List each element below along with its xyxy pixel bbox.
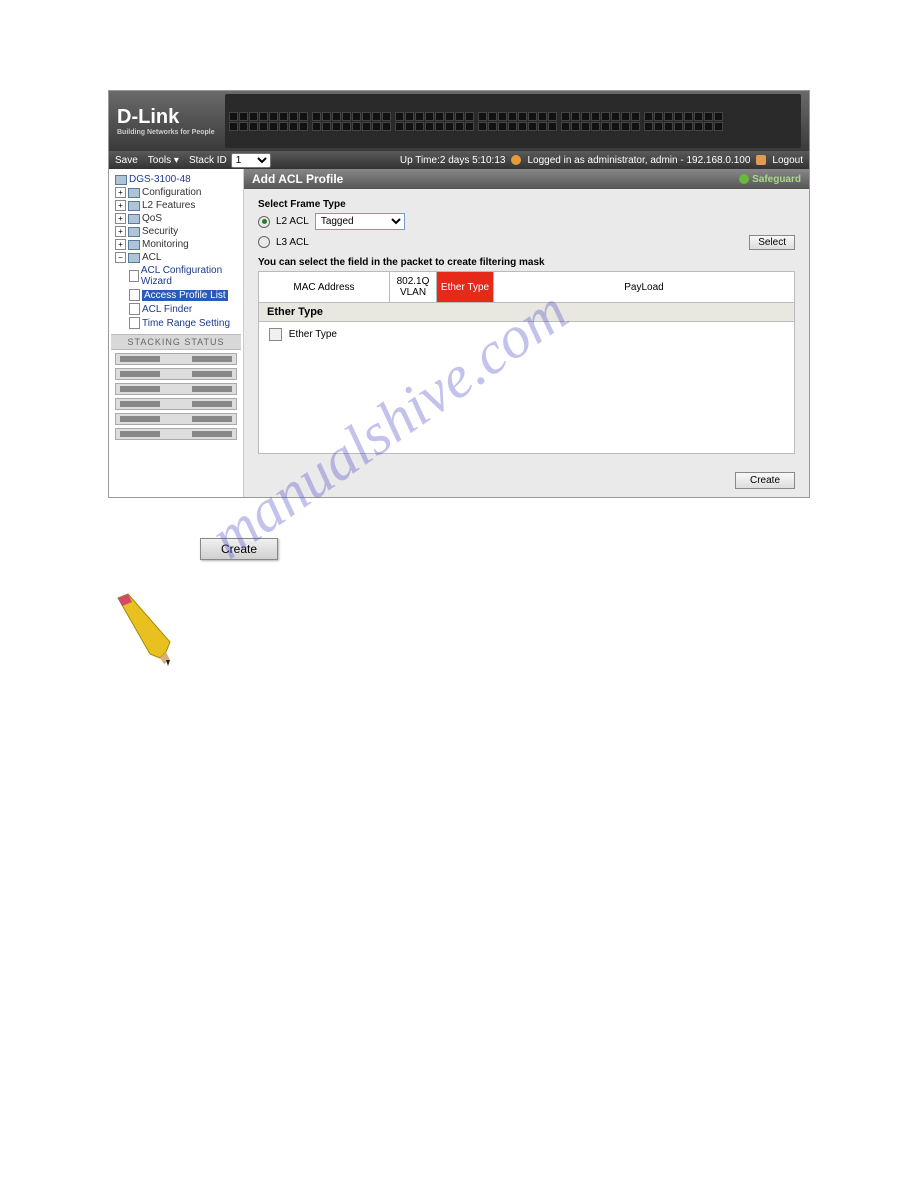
page-icon xyxy=(129,303,140,315)
folder-icon xyxy=(128,227,140,237)
expand-icon[interactable]: + xyxy=(115,239,126,250)
select-frame-type-label: Select Frame Type xyxy=(258,199,795,210)
uptime-text: Up Time:2 days 5:10:13 xyxy=(400,155,506,166)
tree-acl[interactable]: −ACL xyxy=(111,251,241,264)
navigation-sidebar: DGS-3100-48 +Configuration +L2 Features … xyxy=(109,169,244,497)
page-icon xyxy=(129,289,140,301)
tree-access-profile-list[interactable]: Access Profile List xyxy=(125,288,241,302)
tree-acl-wizard[interactable]: ACL Configuration Wizard xyxy=(125,264,241,288)
field-tabs: MAC Address 802.1Q VLAN Ether Type PayLo… xyxy=(258,271,795,303)
ether-type-checkbox-label: Ether Type xyxy=(289,329,337,340)
app-window: D-Link Building Networks for People Save… xyxy=(108,90,810,498)
tab-payload[interactable]: PayLoad xyxy=(494,272,794,302)
folder-icon xyxy=(128,188,140,198)
l3-acl-radio[interactable] xyxy=(258,236,270,248)
logo-tagline: Building Networks for People xyxy=(117,129,215,136)
expand-icon[interactable]: + xyxy=(115,200,126,211)
safeguard-icon xyxy=(739,174,749,184)
stack-unit[interactable] xyxy=(115,353,237,365)
stack-unit[interactable] xyxy=(115,383,237,395)
collapse-icon[interactable]: − xyxy=(115,252,126,263)
tab-vlan[interactable]: 802.1Q VLAN xyxy=(390,272,437,302)
field-header: Ether Type xyxy=(259,303,794,322)
device-icon xyxy=(115,175,127,185)
l2-acl-radio[interactable] xyxy=(258,216,270,228)
device-label: DGS-3100-48 xyxy=(129,174,191,185)
page-icon xyxy=(129,270,139,282)
logout-icon xyxy=(756,155,766,165)
pane-title: Add ACL Profile xyxy=(252,172,343,186)
stacking-status-header: STACKING STATUS xyxy=(111,334,241,350)
folder-icon xyxy=(128,214,140,224)
login-info: Logged in as administrator, admin - 192.… xyxy=(527,155,750,166)
create-button[interactable]: Create xyxy=(735,472,795,489)
standalone-create-button[interactable]: Create xyxy=(200,538,278,560)
logout-link[interactable]: Logout xyxy=(772,155,803,166)
stack-unit[interactable] xyxy=(115,368,237,380)
logo-text: D-Link xyxy=(117,106,215,129)
field-config-box: Ether Type Ether Type xyxy=(258,303,795,454)
hint-text: You can select the field in the packet t… xyxy=(258,257,795,268)
tree-qos[interactable]: +QoS xyxy=(111,212,241,225)
tree-root-device[interactable]: DGS-3100-48 xyxy=(111,173,241,186)
tree-security[interactable]: +Security xyxy=(111,225,241,238)
expand-icon[interactable]: + xyxy=(115,226,126,237)
ether-type-checkbox[interactable] xyxy=(269,328,282,341)
l2-acl-label: L2 ACL xyxy=(276,216,309,227)
main-content: Add ACL Profile Safeguard Select Frame T… xyxy=(244,169,809,497)
pencil-icon xyxy=(110,590,180,670)
tree-l2-features[interactable]: +L2 Features xyxy=(111,199,241,212)
stack-id-label: Stack ID xyxy=(189,155,227,166)
tab-ether-type[interactable]: Ether Type xyxy=(437,272,494,302)
stack-id-select[interactable]: 1 xyxy=(231,153,271,168)
l3-acl-label: L3 ACL xyxy=(276,237,309,248)
tree-time-range[interactable]: Time Range Setting xyxy=(125,316,241,330)
frame-type-select[interactable]: Tagged xyxy=(315,213,405,230)
switch-port-panel xyxy=(225,94,801,148)
tab-mac-address[interactable]: MAC Address xyxy=(259,272,390,302)
expand-icon[interactable]: + xyxy=(115,187,126,198)
user-icon xyxy=(511,155,521,165)
tree-monitoring[interactable]: +Monitoring xyxy=(111,238,241,251)
tools-menu[interactable]: Tools ▾ xyxy=(148,155,179,166)
stack-unit[interactable] xyxy=(115,428,237,440)
safeguard-badge: Safeguard xyxy=(739,174,801,185)
page-icon xyxy=(129,317,140,329)
stack-unit[interactable] xyxy=(115,413,237,425)
menu-bar: Save Tools ▾ Stack ID 1 Up Time:2 days 5… xyxy=(109,151,809,169)
brand-logo: D-Link Building Networks for People xyxy=(117,106,215,136)
folder-icon xyxy=(128,240,140,250)
save-button[interactable]: Save xyxy=(115,155,138,166)
select-button[interactable]: Select xyxy=(749,235,795,250)
folder-icon xyxy=(128,253,140,263)
device-header: D-Link Building Networks for People xyxy=(109,91,809,151)
stack-unit[interactable] xyxy=(115,398,237,410)
expand-icon[interactable]: + xyxy=(115,213,126,224)
pane-title-bar: Add ACL Profile Safeguard xyxy=(244,169,809,189)
folder-icon xyxy=(128,201,140,211)
tree-acl-finder[interactable]: ACL Finder xyxy=(125,302,241,316)
tree-configuration[interactable]: +Configuration xyxy=(111,186,241,199)
